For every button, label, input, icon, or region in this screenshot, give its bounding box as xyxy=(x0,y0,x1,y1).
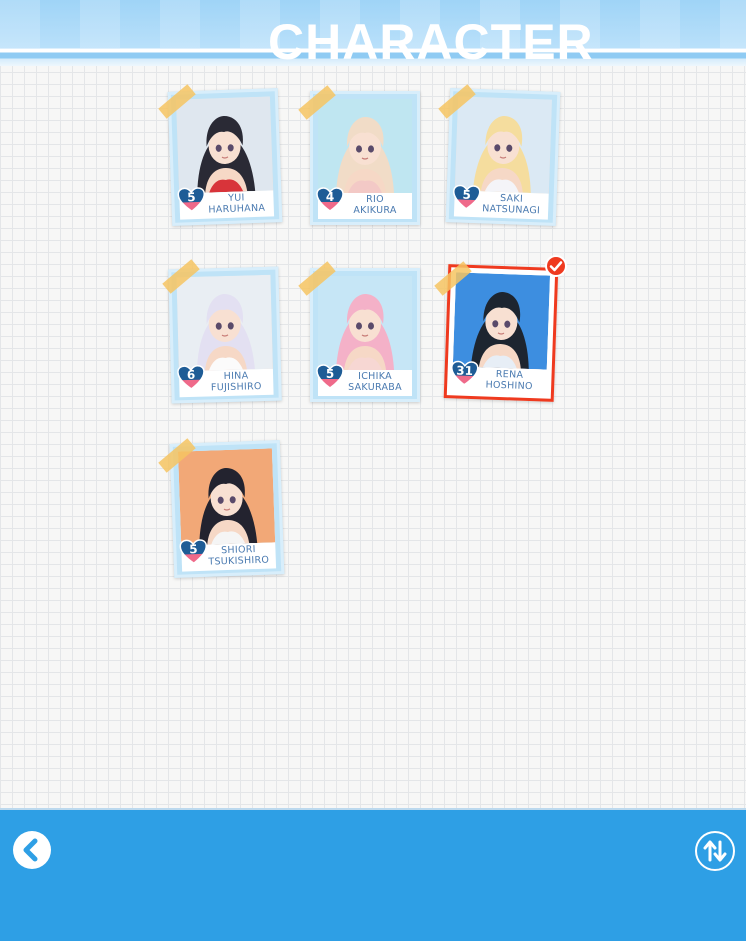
character-name: SHIORI TSUKISHIRO xyxy=(205,543,272,568)
character-name-plate: 4 RIO AKIKURA xyxy=(316,187,412,219)
footer-bar xyxy=(0,808,746,941)
character-name: YUI HARUHANA xyxy=(203,191,270,215)
character-last-name: HOSHINO xyxy=(485,379,533,393)
chevron-left-icon xyxy=(23,838,38,862)
character-last-name: SAKURABA xyxy=(348,382,402,393)
character-name: RIO AKIKURA xyxy=(342,194,408,216)
character-first-name: ICHIKA xyxy=(358,371,392,382)
character-name: HINA FUJISHIRO xyxy=(203,370,270,394)
affection-heart-icon: 31 xyxy=(450,360,479,387)
character-name-plate: 5 YUI HARUHANA xyxy=(177,187,275,220)
affection-heart-icon: 5 xyxy=(452,184,481,211)
character-last-name: TSUKISHIRO xyxy=(208,554,270,568)
character-name-plate: 5 SAKI NATSUNAGI xyxy=(453,184,549,220)
affection-level: 5 xyxy=(188,542,198,557)
character-last-name: AKIKURA xyxy=(353,205,397,216)
affection-heart-icon: 5 xyxy=(179,539,208,566)
character-card[interactable]: 31 RENA HOSHINO xyxy=(443,264,559,402)
affection-level: 31 xyxy=(456,363,474,379)
character-portrait xyxy=(177,448,276,546)
character-last-name: NATSUNAGI xyxy=(482,203,541,217)
character-name-plate: 5 ICHIKA SAKURABA xyxy=(316,364,412,396)
affection-heart-icon: 5 xyxy=(177,187,206,214)
affection-heart-icon: 4 xyxy=(316,187,344,213)
character-card[interactable]: 5 YUI HARUHANA xyxy=(167,88,283,226)
header-bar: CHARACTER xyxy=(0,0,746,66)
character-first-name: RIO xyxy=(366,194,384,205)
character-last-name: FUJISHIRO xyxy=(210,381,262,394)
character-portrait xyxy=(175,96,274,194)
affection-level: 4 xyxy=(325,190,335,204)
character-last-name: HARUHANA xyxy=(208,202,266,216)
character-card[interactable]: 6 HINA FUJISHIRO xyxy=(168,266,282,404)
character-portrait xyxy=(318,276,412,370)
affection-level: 5 xyxy=(186,190,196,205)
character-portrait xyxy=(454,96,553,194)
character-portrait xyxy=(176,274,273,372)
back-button[interactable] xyxy=(13,831,51,869)
affection-level: 6 xyxy=(186,367,196,383)
character-name: SAKI NATSUNAGI xyxy=(478,192,545,216)
character-name-plate: 6 HINA FUJISHIRO xyxy=(177,364,274,398)
sort-button[interactable] xyxy=(695,831,735,871)
selected-check-icon xyxy=(545,255,567,277)
character-card[interactable]: 5 SAKI NATSUNAGI xyxy=(445,88,561,226)
character-portrait xyxy=(318,99,412,193)
affection-level: 5 xyxy=(325,367,335,381)
character-name: RENA HOSHINO xyxy=(476,368,543,392)
character-name-plate: 31 RENA HOSHINO xyxy=(451,360,547,396)
character-card[interactable]: 5 ICHIKA SAKURABA xyxy=(310,268,420,402)
character-name: ICHIKA SAKURABA xyxy=(342,371,408,393)
affection-level: 5 xyxy=(462,187,472,202)
character-card[interactable]: 5 SHIORI TSUKISHIRO xyxy=(169,440,285,578)
character-card[interactable]: 4 RIO AKIKURA xyxy=(310,91,420,225)
character-portrait xyxy=(452,272,551,370)
affection-heart-icon: 5 xyxy=(316,364,344,390)
page-title: CHARACTER xyxy=(268,14,594,66)
character-name-plate: 5 SHIORI TSUKISHIRO xyxy=(179,539,277,572)
affection-heart-icon: 6 xyxy=(177,364,206,392)
sort-arrows-icon xyxy=(703,840,727,862)
